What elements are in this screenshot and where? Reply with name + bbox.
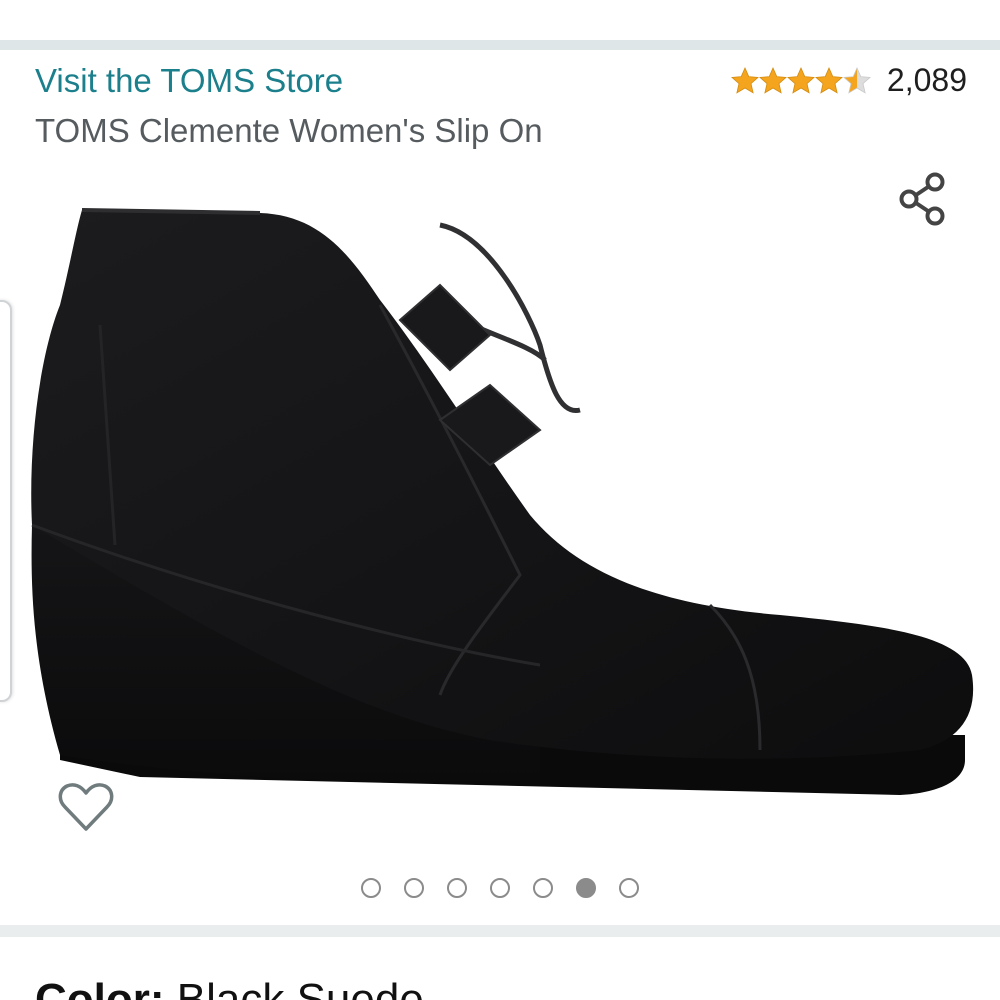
rating-summary[interactable]: 2,089 (730, 62, 967, 99)
wishlist-button[interactable] (46, 768, 126, 848)
carousel-dot[interactable] (361, 878, 381, 898)
color-label: Color: (35, 975, 165, 1000)
carousel-dot[interactable] (619, 878, 639, 898)
carousel-dot[interactable] (404, 878, 424, 898)
carousel-dot[interactable] (533, 878, 553, 898)
star-icon (730, 66, 759, 94)
color-value: Black Suede (176, 975, 424, 1000)
star-icon (786, 66, 815, 94)
top-strip (0, 0, 1000, 40)
store-link[interactable]: Visit the TOMS Store (35, 62, 343, 100)
star-icon (758, 66, 787, 94)
side-drawer-handle[interactable] (0, 300, 12, 702)
stars-icon (730, 66, 871, 94)
half-star-icon (842, 66, 871, 94)
heart-outline-icon (58, 783, 114, 831)
star-rating (730, 66, 873, 95)
product-title: TOMS Clemente Women's Slip On (35, 112, 543, 149)
section-divider (0, 925, 1000, 937)
top-divider (0, 40, 1000, 50)
carousel-dot[interactable] (447, 878, 467, 898)
rating-count: 2,089 (886, 62, 967, 98)
color-selector[interactable]: Color: Black Suede (35, 975, 424, 1000)
carousel-dots (0, 878, 1000, 898)
product-page: Visit the TOMS Store TOMS Clemente Women… (0, 0, 1000, 1000)
product-image[interactable] (20, 195, 980, 825)
carousel-dot-active[interactable] (576, 878, 596, 898)
star-icon (814, 66, 843, 94)
carousel-dot[interactable] (490, 878, 510, 898)
